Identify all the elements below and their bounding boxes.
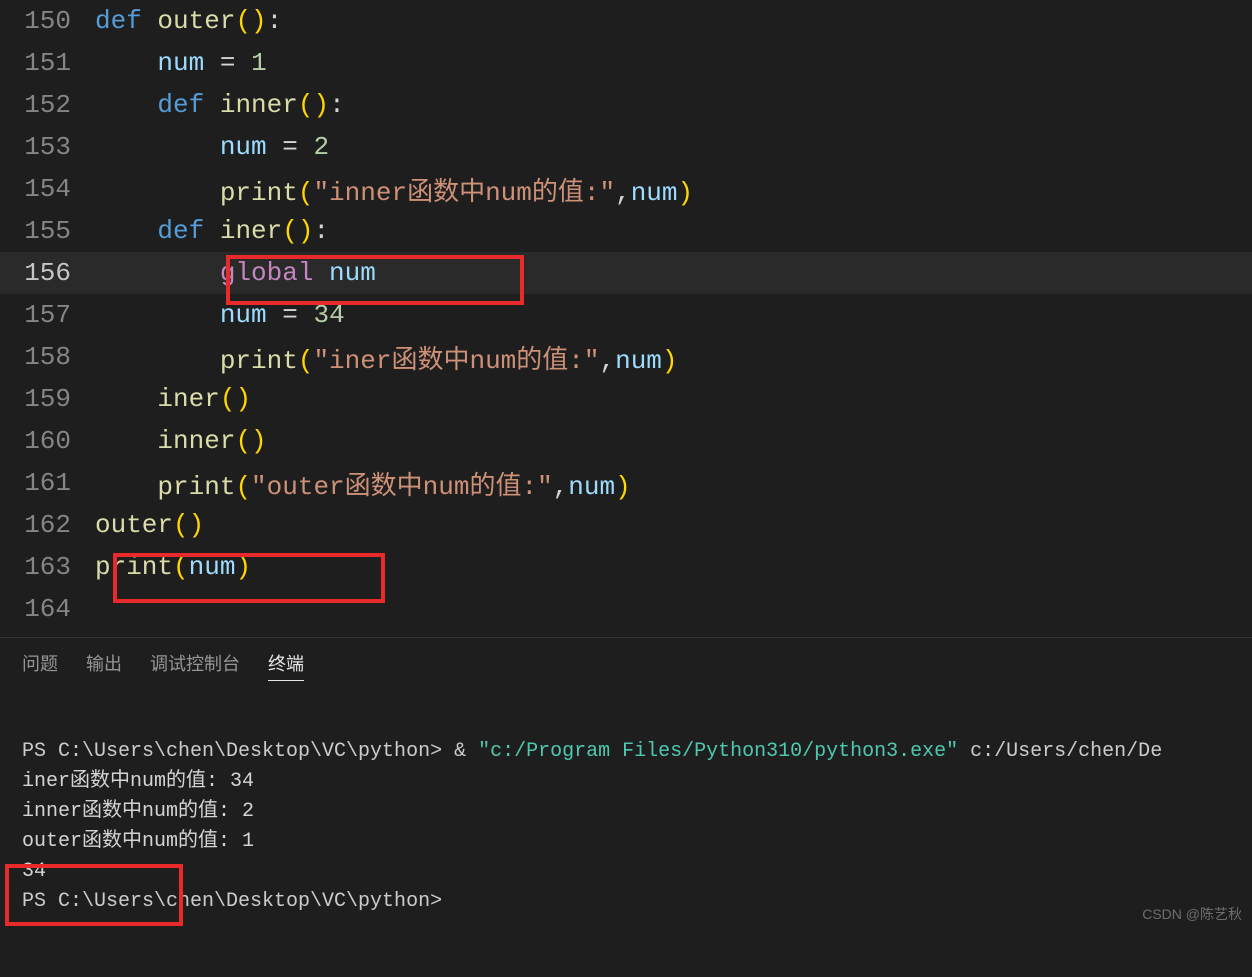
terminal-prompt: PS C:\Users\chen\Desktop\VC\python> bbox=[22, 890, 442, 913]
code-line[interactable]: 159 iner() bbox=[0, 378, 1252, 420]
code-content: num = 2 bbox=[95, 132, 1252, 162]
code-line[interactable]: 151 num = 1 bbox=[0, 42, 1252, 84]
code-content: num = 1 bbox=[95, 48, 1252, 78]
code-content: print(num) bbox=[95, 552, 1252, 582]
terminal-line: iner函数中num的值: 34 bbox=[22, 770, 254, 793]
line-number: 158 bbox=[0, 342, 95, 372]
code-line[interactable]: 161 print("outer函数中num的值:",num) bbox=[0, 462, 1252, 504]
code-content: inner() bbox=[95, 426, 1252, 456]
panel-tabs: 问题 输出 调试控制台 终端 bbox=[0, 638, 1252, 691]
code-line[interactable]: 150def outer(): bbox=[0, 0, 1252, 42]
code-line[interactable]: 157 num = 34 bbox=[0, 294, 1252, 336]
line-number: 159 bbox=[0, 384, 95, 414]
code-content: print("iner函数中num的值:",num) bbox=[95, 339, 1252, 376]
code-line[interactable]: 156 global num bbox=[0, 252, 1252, 294]
code-content: print("outer函数中num的值:",num) bbox=[95, 465, 1252, 502]
terminal-output[interactable]: PS C:\Users\chen\Desktop\VC\python> & "c… bbox=[0, 691, 1252, 977]
line-number: 163 bbox=[0, 552, 95, 582]
tab-problems[interactable]: 问题 bbox=[22, 650, 58, 681]
code-line[interactable]: 155 def iner(): bbox=[0, 210, 1252, 252]
bottom-panel: 问题 输出 调试控制台 终端 PS C:\Users\chen\Desktop\… bbox=[0, 637, 1252, 977]
line-number: 164 bbox=[0, 594, 95, 624]
line-number: 160 bbox=[0, 426, 95, 456]
terminal-line: PS C:\Users\chen\Desktop\VC\python> & "c… bbox=[22, 740, 1162, 763]
code-content: global num bbox=[95, 258, 1252, 288]
line-number: 154 bbox=[0, 174, 95, 204]
code-content: def iner(): bbox=[95, 216, 1252, 246]
line-number: 162 bbox=[0, 510, 95, 540]
code-content: def inner(): bbox=[95, 90, 1252, 120]
code-line[interactable]: 152 def inner(): bbox=[0, 84, 1252, 126]
code-content: def outer(): bbox=[95, 6, 1252, 36]
line-number: 155 bbox=[0, 216, 95, 246]
line-number: 157 bbox=[0, 300, 95, 330]
watermark: CSDN @陈艺秋 bbox=[1142, 904, 1242, 924]
code-line[interactable]: 153 num = 2 bbox=[0, 126, 1252, 168]
terminal-line: inner函数中num的值: 2 bbox=[22, 800, 254, 823]
line-number: 152 bbox=[0, 90, 95, 120]
tab-debug-console[interactable]: 调试控制台 bbox=[150, 650, 240, 681]
code-line[interactable]: 160 inner() bbox=[0, 420, 1252, 462]
code-editor[interactable]: 150def outer():151 num = 1152 def inner(… bbox=[0, 0, 1252, 637]
tab-output[interactable]: 输出 bbox=[86, 650, 122, 681]
code-line[interactable]: 162outer() bbox=[0, 504, 1252, 546]
line-number: 150 bbox=[0, 6, 95, 36]
line-number: 153 bbox=[0, 132, 95, 162]
code-line[interactable]: 164 bbox=[0, 588, 1252, 630]
code-line[interactable]: 158 print("iner函数中num的值:",num) bbox=[0, 336, 1252, 378]
code-content: iner() bbox=[95, 384, 1252, 414]
terminal-line: outer函数中num的值: 1 bbox=[22, 830, 254, 853]
code-content: outer() bbox=[95, 510, 1252, 540]
tab-terminal[interactable]: 终端 bbox=[268, 650, 304, 681]
code-content: print("inner函数中num的值:",num) bbox=[95, 171, 1252, 208]
code-content: num = 34 bbox=[95, 300, 1252, 330]
terminal-line: 34 bbox=[22, 860, 46, 883]
code-line[interactable]: 163print(num) bbox=[0, 546, 1252, 588]
line-number: 151 bbox=[0, 48, 95, 78]
code-line[interactable]: 154 print("inner函数中num的值:",num) bbox=[0, 168, 1252, 210]
line-number: 156 bbox=[0, 258, 95, 288]
line-number: 161 bbox=[0, 468, 95, 498]
